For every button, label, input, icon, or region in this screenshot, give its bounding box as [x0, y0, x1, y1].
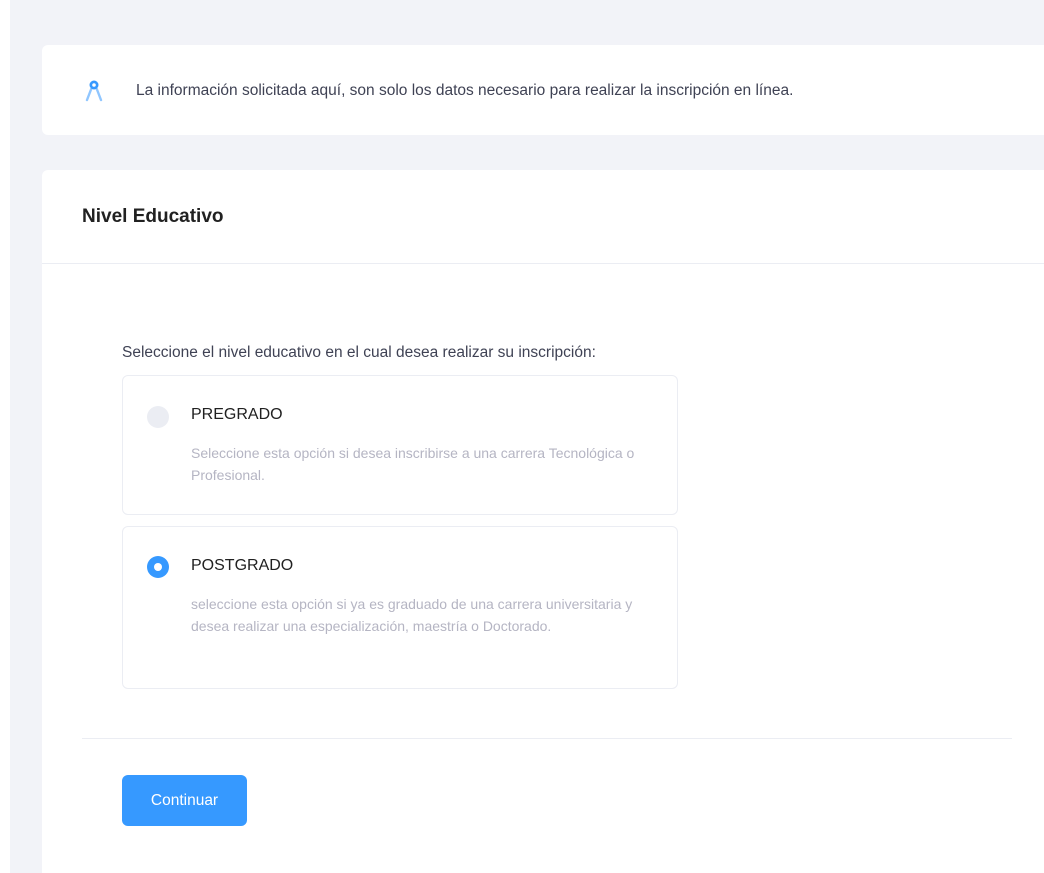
form-prompt: Seleccione el nivel educativo en el cual… — [122, 344, 596, 361]
page-left-strip — [0, 0, 10, 873]
option-pregrado[interactable]: PREGRADO Seleccione esta opción si desea… — [122, 375, 678, 515]
education-level-card: Nivel Educativo Seleccione el nivel educ… — [42, 170, 1044, 873]
card-title: Nivel Educativo — [82, 206, 224, 227]
card-header: Nivel Educativo — [42, 170, 1044, 264]
info-notice-text: La información solicitada aquí, son solo… — [136, 82, 794, 99]
continue-button[interactable]: Continuar — [122, 775, 247, 826]
option-postgrado-description: seleccione esta opción si ya es graduado… — [191, 596, 633, 634]
option-pregrado-description: Seleccione esta opción si desea inscribi… — [191, 445, 635, 483]
footer-divider — [82, 738, 1012, 739]
option-postgrado-label: POSTGRADO — [191, 557, 294, 574]
option-postgrado[interactable]: POSTGRADO seleccione esta opción si ya e… — [122, 526, 678, 689]
compass-icon — [85, 80, 103, 102]
option-pregrado-label: PREGRADO — [191, 406, 283, 423]
radio-pregrado[interactable] — [147, 406, 169, 428]
radio-postgrado[interactable] — [147, 556, 169, 578]
